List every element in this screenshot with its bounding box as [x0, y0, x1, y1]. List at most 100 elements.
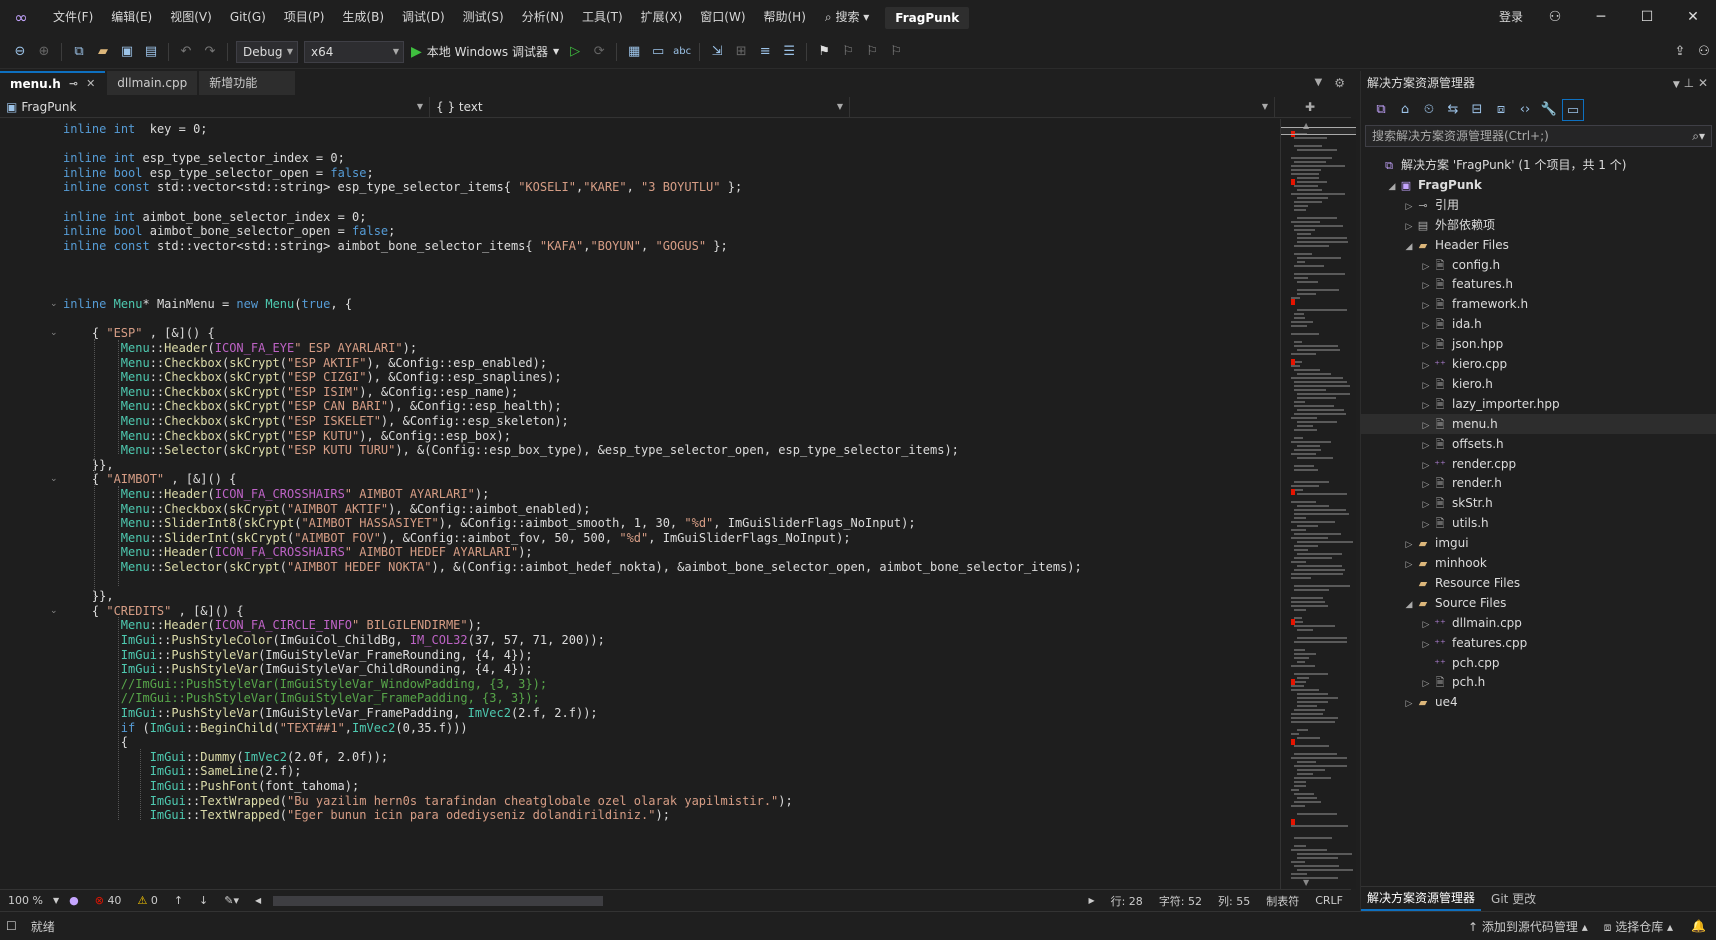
feedback-icon[interactable]: ⚇ — [1693, 41, 1715, 63]
code-line[interactable]: { "ESP" , [&]() { — [63, 325, 215, 341]
menu-item[interactable]: 窗口(W) — [691, 0, 754, 35]
menu-item[interactable]: 调试(D) — [393, 0, 454, 35]
open-folder-icon[interactable]: ▰ — [92, 41, 114, 63]
scroll-left-icon[interactable]: ◀ — [247, 896, 269, 905]
output-icon[interactable]: ☐ — [0, 919, 23, 933]
code-line[interactable]: inline int esp_type_selector_index = 0; — [63, 150, 345, 166]
code-cleanup-icon[interactable]: ✎▾ — [216, 894, 247, 907]
tree-item[interactable]: ▷ ▰ minhook — [1361, 553, 1716, 573]
code-line[interactable]: inline const std::vector<std::string> es… — [63, 179, 742, 195]
tree-item[interactable]: ▷ 🗎 framework.h — [1361, 294, 1716, 314]
code-line[interactable]: inline Menu* MainMenu = new Menu(true, { — [63, 296, 352, 312]
project-dropdown[interactable]: ▣ FragPunk ▼ — [0, 96, 430, 117]
code-line[interactable]: inline int key = 0; — [63, 121, 208, 137]
code-line[interactable]: Menu::Checkbox(skCrypt("ESP KUTU"), &Con… — [63, 428, 511, 444]
tree-item[interactable]: ◢ ▣ FragPunk — [1361, 175, 1716, 195]
properties-icon[interactable]: 🔧 — [1538, 99, 1560, 121]
tree-item[interactable]: ▷ 🗎 lazy_importer.hpp — [1361, 394, 1716, 414]
add-to-source-control[interactable]: ↑ 添加到源代码管理 ▴ — [1460, 918, 1596, 935]
tree-item[interactable]: ▷ 🗎 config.h — [1361, 255, 1716, 275]
code-line[interactable]: inline const std::vector<std::string> ai… — [63, 238, 728, 254]
cursor-line[interactable]: 行: 28 — [1103, 893, 1151, 909]
settings-icon[interactable]: ⚙ — [1328, 71, 1351, 95]
tree-item[interactable]: ▷ ⁺⁺ features.cpp — [1361, 633, 1716, 653]
forward-icon[interactable]: ⊕ — [33, 41, 55, 63]
tab-solution-explorer[interactable]: 解决方案资源管理器 — [1361, 887, 1482, 911]
tree-item[interactable]: ▷ ⊸ 引用 — [1361, 195, 1716, 215]
code-line[interactable]: Menu::Checkbox(skCrypt("ESP ISIM"), &Con… — [63, 384, 518, 400]
expand-toggle-icon[interactable]: ▷ — [1403, 694, 1415, 714]
tree-item[interactable]: ▰ Resource Files — [1361, 573, 1716, 593]
home-icon[interactable]: ⌂ — [1394, 99, 1416, 121]
menu-item[interactable]: Git(G) — [221, 0, 275, 35]
pending-changes-icon[interactable]: ⏲ — [1418, 99, 1440, 121]
tab-menu-h[interactable]: menu.h ⊸ ✕ — [0, 71, 106, 96]
tab-dllmain-cpp[interactable]: dllmain.cpp — [107, 71, 198, 95]
horizontal-scrollbar[interactable] — [273, 895, 604, 906]
config-select[interactable]: Debug ▼ — [236, 40, 298, 63]
save-icon[interactable]: ▣ — [116, 41, 138, 63]
solution-name-badge[interactable]: FragPunk — [885, 6, 970, 29]
login-link[interactable]: 登录 — [1490, 0, 1532, 35]
save-all-icon[interactable]: ▤ — [140, 41, 162, 63]
scope-dropdown[interactable]: { } text ▼ — [430, 96, 850, 117]
spell-check-icon[interactable]: abc — [671, 41, 693, 63]
tree-item[interactable]: ◢ ▰ Header Files — [1361, 235, 1716, 255]
code-editor[interactable]: inline int key = 0; inline int esp_type_s… — [0, 119, 1280, 889]
bookmark-prev-icon[interactable]: ⚐ — [837, 41, 859, 63]
cursor-char[interactable]: 字符: 52 — [1151, 893, 1210, 909]
panel-menu-icon[interactable]: ▼ — [1673, 80, 1680, 90]
cursor-col[interactable]: 列: 55 — [1210, 893, 1258, 909]
maximize-icon[interactable]: ☐ — [1624, 0, 1670, 35]
menu-item[interactable]: 分析(N) — [513, 0, 573, 35]
code-line[interactable]: Menu::Checkbox(skCrypt("ESP ISKELET"), &… — [63, 413, 569, 429]
minimap-viewport[interactable] — [1281, 127, 1356, 135]
breakpoints-icon[interactable]: ⊞ — [730, 41, 752, 63]
account-icon[interactable]: ⚇ — [1532, 0, 1578, 35]
tree-item[interactable]: ▷ 🗎 json.hpp — [1361, 334, 1716, 354]
notifications-icon[interactable]: 🔔 — [1681, 919, 1716, 933]
start-debugging-button[interactable]: ▶ 本地 Windows 调试器 ▼ — [411, 43, 559, 60]
code-line[interactable]: Menu::Header(ICON_FA_CIRCLE_INFO" BILGIL… — [63, 617, 482, 633]
code-line[interactable]: ImGui::PushStyleVar(ImGuiStyleVar_FrameR… — [63, 647, 533, 663]
close-window-icon[interactable]: ✕ — [1670, 0, 1716, 35]
tree-item[interactable]: ▷ ▰ imgui — [1361, 533, 1716, 553]
code-line[interactable]: ImGui::PushStyleVar(ImGuiStyleVar_FrameP… — [63, 705, 598, 721]
menu-item[interactable]: 帮助(H) — [755, 0, 815, 35]
scroll-down-icon[interactable]: ▼ — [1303, 878, 1313, 887]
code-line[interactable]: }}, — [63, 457, 114, 473]
code-line[interactable]: Menu::Selector(skCrypt("ESP KUTU TURU"),… — [63, 442, 959, 458]
tree-item[interactable]: ▷ 🗎 skStr.h — [1361, 493, 1716, 513]
tree-item[interactable]: ▷ 🗎 offsets.h — [1361, 434, 1716, 454]
code-line[interactable]: ImGui::PushStyleVar(ImGuiStyleVar_ChildR… — [63, 661, 533, 677]
tab-list-dropdown-icon[interactable]: ▼ — [1309, 71, 1329, 95]
step-icon[interactable]: ⇲ — [706, 41, 728, 63]
previous-issue-icon[interactable]: ↑ — [166, 894, 191, 907]
code-line[interactable]: ImGui::PushFont(font_tahoma); — [63, 778, 360, 794]
code-line[interactable]: inline bool aimbot_bone_selector_open = … — [63, 223, 395, 239]
tree-item[interactable]: ▷ 🗎 ida.h — [1361, 314, 1716, 334]
code-line[interactable]: ImGui::PushStyleColor(ImGuiCol_ChildBg, … — [63, 632, 605, 648]
pin-icon[interactable]: ⊸ — [69, 72, 78, 96]
menu-item[interactable]: 测试(S) — [454, 0, 513, 35]
code-line[interactable]: //ImGui::PushStyleVar(ImGuiStyleVar_Wind… — [63, 676, 547, 692]
tree-item[interactable]: ▷ 🗎 utils.h — [1361, 513, 1716, 533]
switch-view-icon[interactable]: ⧉ — [1370, 99, 1392, 121]
platform-select[interactable]: x64 ▼ — [304, 40, 404, 63]
tab-git-changes[interactable]: Git 更改 — [1481, 888, 1546, 910]
pin-icon[interactable]: ⊥ — [1684, 76, 1694, 90]
indent-mode[interactable]: 制表符 — [1258, 893, 1307, 909]
fold-toggle-icon[interactable]: ⌄ — [50, 296, 60, 312]
code-line[interactable]: Menu::Checkbox(skCrypt("ESP CIZGI"), &Co… — [63, 369, 562, 385]
collapse-all-icon[interactable]: ⊟ — [1466, 99, 1488, 121]
menu-item[interactable]: 视图(V) — [161, 0, 221, 35]
menu-item[interactable]: 工具(T) — [573, 0, 632, 35]
code-line[interactable]: Menu::Checkbox(skCrypt("ESP CAN BARI"), … — [63, 398, 562, 414]
menu-item[interactable]: 编辑(E) — [102, 0, 161, 35]
solution-search-input[interactable]: 搜索解决方案资源管理器(Ctrl+;) ⌕▾ — [1365, 125, 1712, 147]
code-line[interactable]: inline int aimbot_bone_selector_index = … — [63, 209, 366, 225]
menu-item[interactable]: 扩展(X) — [632, 0, 692, 35]
tree-item[interactable]: ▷ ⁺⁺ render.cpp — [1361, 454, 1716, 474]
tree-item[interactable]: ▷ 🗎 menu.h — [1361, 413, 1716, 434]
scroll-right-icon[interactable]: ▶ — [1080, 896, 1102, 905]
